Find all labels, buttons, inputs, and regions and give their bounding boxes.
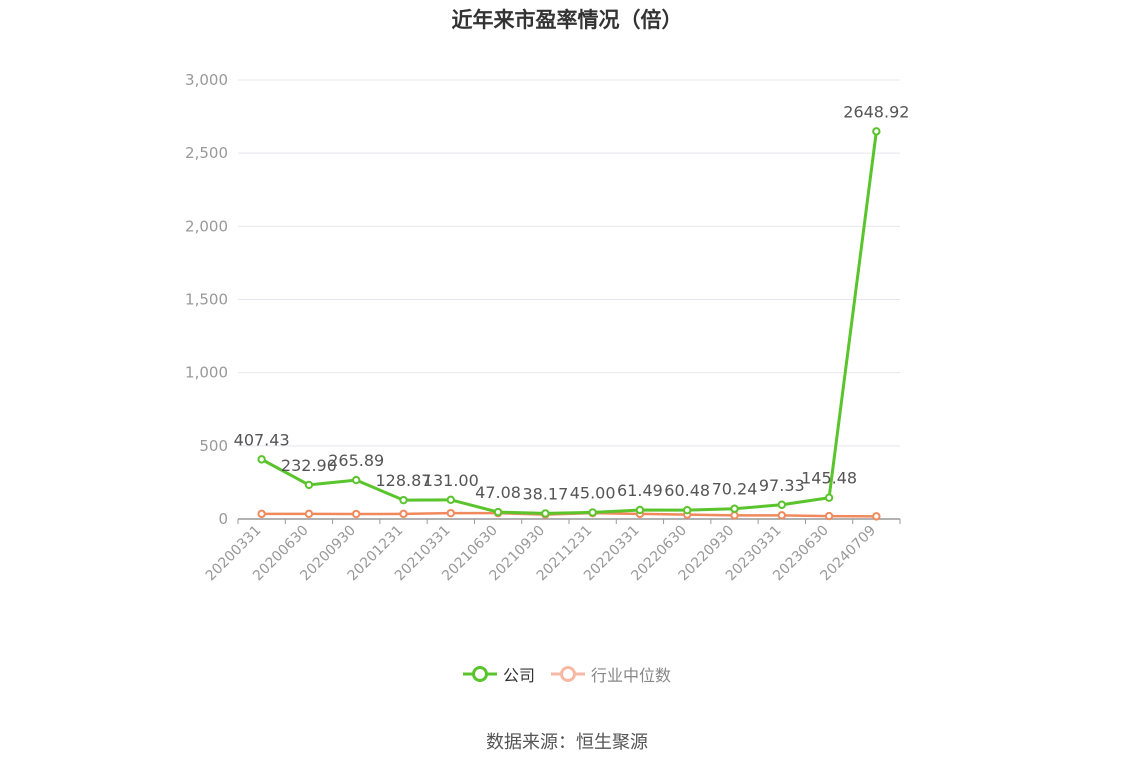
data-point-company[interactable] xyxy=(257,455,266,464)
data-point-company[interactable] xyxy=(399,495,408,505)
y-tick-label: 1,000 xyxy=(185,364,228,382)
legend-label-industry: 行业中位数 xyxy=(591,666,672,685)
data-point-industry[interactable] xyxy=(257,509,266,519)
data-point-company[interactable] xyxy=(446,495,455,505)
data-point-company[interactable] xyxy=(493,507,503,517)
legend-company-marker-icon xyxy=(462,666,497,682)
data-point-industry[interactable] xyxy=(399,509,408,519)
legend-label-company: 公司 xyxy=(502,666,535,685)
data-point-company[interactable] xyxy=(824,493,834,502)
legend-industry-marker-icon xyxy=(551,666,585,682)
data-point-company[interactable] xyxy=(872,127,881,136)
data-label-company: 145.48 xyxy=(801,469,857,488)
data-label-company: 60.48 xyxy=(664,481,710,500)
y-tick-label: 2,000 xyxy=(185,217,228,235)
y-tick-label: 0 xyxy=(218,510,228,528)
legend: 公司 行业中位数 xyxy=(0,662,1134,686)
data-point-company[interactable] xyxy=(588,508,597,517)
data-point-industry[interactable] xyxy=(730,511,739,520)
data-label-company: 2648.92 xyxy=(843,102,909,121)
data-labels: 407.43232.90265.89128.87131.0047.08 38.17… xyxy=(234,102,910,503)
data-point-industry[interactable] xyxy=(777,511,786,520)
source-note: 数据来源：恒生聚源 xyxy=(486,732,648,753)
data-point-company[interactable] xyxy=(730,504,739,513)
data-point-company[interactable] xyxy=(541,509,550,518)
data-label-company: 45.00 xyxy=(570,483,616,502)
x-tick-labels: 2020033120200630202009302020123120210331… xyxy=(203,519,901,584)
data-point-company[interactable] xyxy=(683,505,692,515)
data-label-company: 38.17 xyxy=(522,484,568,503)
data-label-company: 47.08 xyxy=(475,483,521,502)
data-point-company[interactable] xyxy=(635,505,645,515)
data-label-company: 61.49 xyxy=(617,481,663,500)
data-label-company: 97.33 xyxy=(759,476,805,495)
data-label-company: 70.24 xyxy=(712,480,758,499)
data-label-company: 131.00 xyxy=(423,471,479,490)
data-point-industry[interactable] xyxy=(872,512,881,521)
data-point-company[interactable] xyxy=(352,475,361,485)
data-point-industry[interactable] xyxy=(352,509,361,519)
data-point-industry[interactable] xyxy=(446,508,455,518)
legend-item-industry[interactable]: 行业中位数 xyxy=(551,662,671,686)
y-tick-label: 3,000 xyxy=(185,71,228,89)
data-point-company[interactable] xyxy=(304,480,314,490)
legend-item-company[interactable]: 公司 xyxy=(462,662,535,686)
y-tick-label: 2,500 xyxy=(185,144,228,162)
y-tick-labels: 0 500 1,000 1,500 2,000 2,500 3,000 xyxy=(185,71,228,528)
y-tick-label: 500 xyxy=(199,437,228,455)
data-label-company: 407.43 xyxy=(234,430,290,449)
data-point-industry[interactable] xyxy=(824,511,834,521)
y-tick-label: 1,500 xyxy=(185,291,228,309)
data-point-company[interactable] xyxy=(777,500,786,509)
data-label-company: 265.89 xyxy=(328,451,384,470)
line-chart: 0 500 1,000 1,500 2,000 2,500 3,000 2020033120… xyxy=(185,71,910,584)
data-point-industry[interactable] xyxy=(304,509,314,519)
